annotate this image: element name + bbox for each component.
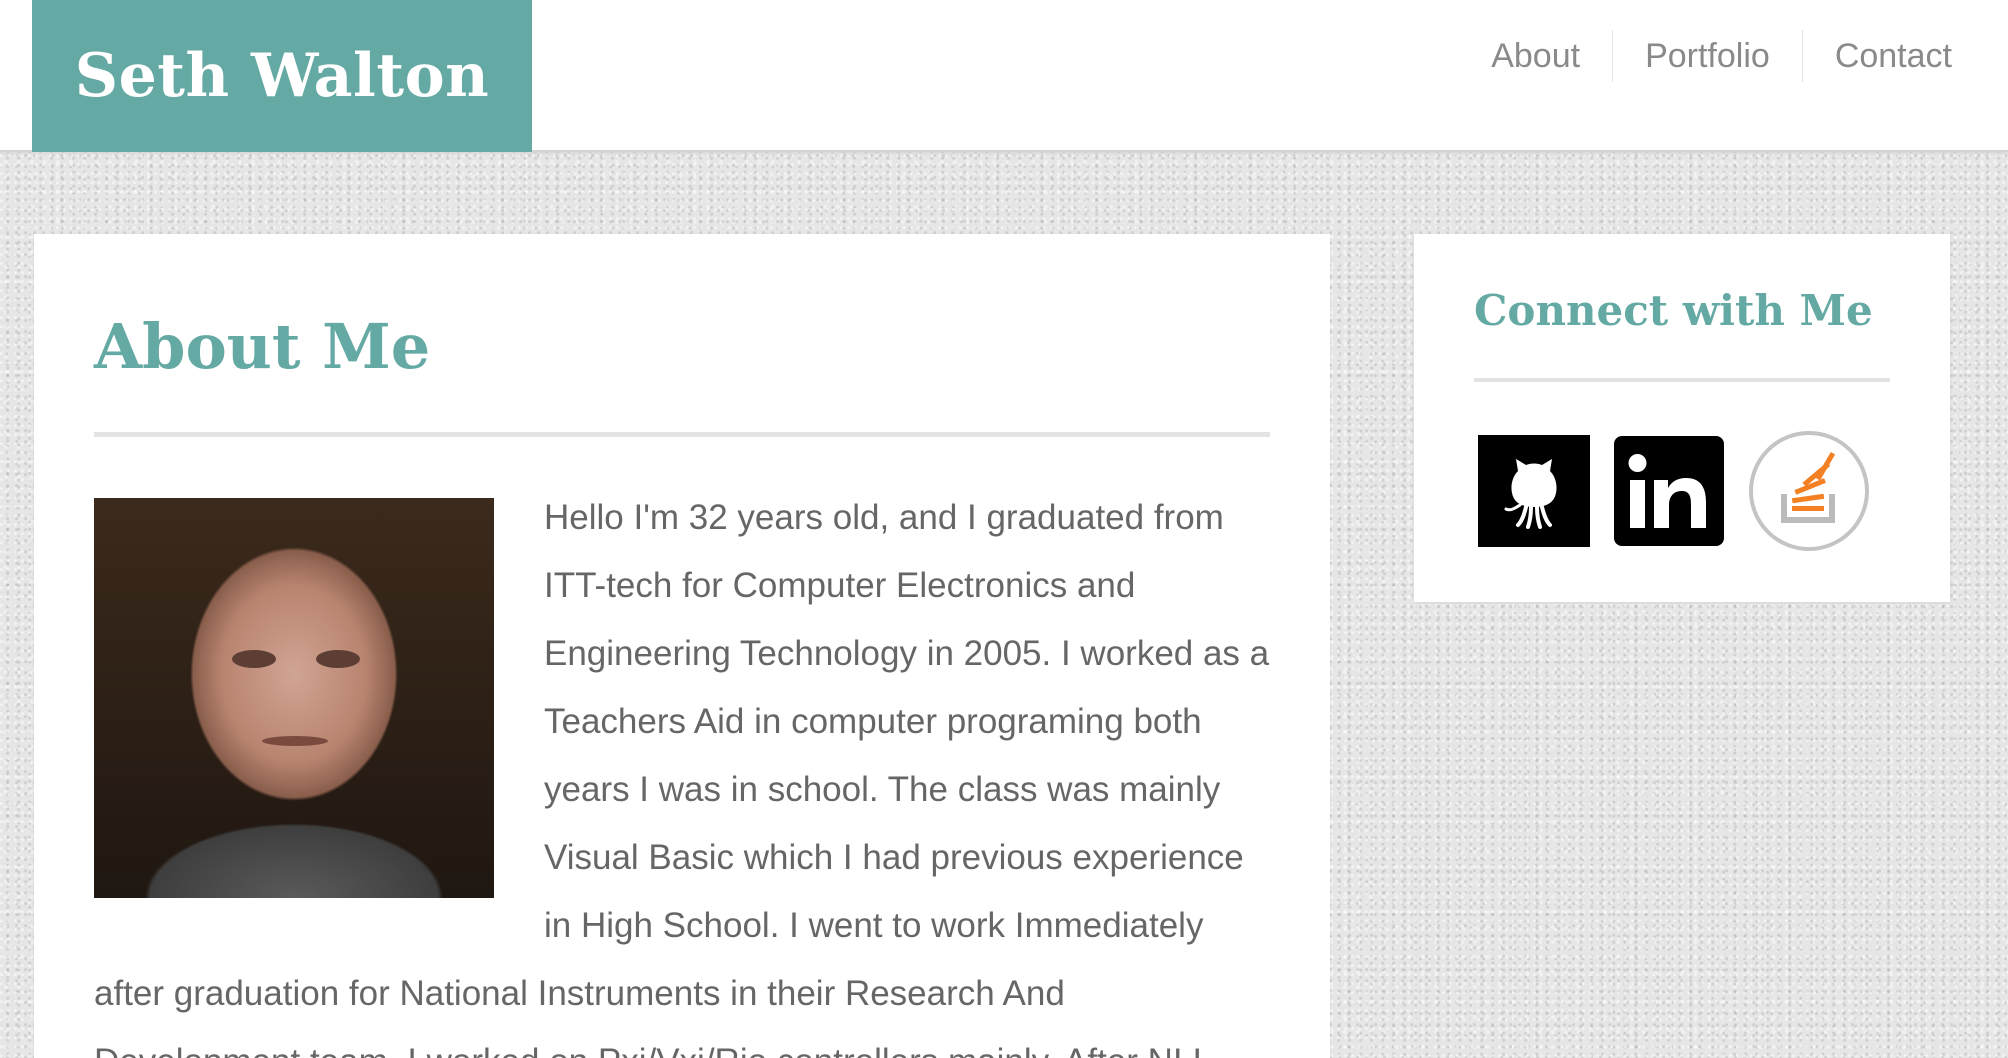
linkedin-link[interactable] [1614, 436, 1724, 546]
connect-divider [1474, 378, 1890, 382]
nav-link-portfolio[interactable]: Portfolio [1612, 30, 1802, 82]
stackoverflow-icon [1749, 431, 1869, 551]
linkedin-icon [1614, 436, 1724, 546]
connect-title: Connect with Me [1474, 286, 1873, 335]
site-title: Seth Walton [74, 41, 490, 111]
title-divider [94, 432, 1270, 437]
brand-logo[interactable]: Seth Walton [32, 0, 532, 152]
social-links [1478, 430, 1870, 552]
about-card: About Me Hello I'm 32 years old, and I g… [34, 234, 1330, 1058]
connect-card: Connect with Me [1414, 234, 1950, 602]
github-link[interactable] [1478, 435, 1590, 547]
main-nav: About Portfolio Contact [1459, 30, 1952, 82]
site-header: Seth Walton About Portfolio Contact [0, 0, 2008, 152]
nav-link-about[interactable]: About [1459, 30, 1612, 82]
stackoverflow-link[interactable] [1748, 430, 1870, 552]
page-title: About Me [94, 310, 431, 383]
nav-link-contact[interactable]: Contact [1801, 30, 1952, 82]
about-paragraph-block: Hello I'm 32 years old, and I graduated … [94, 484, 1270, 1058]
github-icon [1478, 435, 1590, 547]
photo-float-spacer [94, 484, 494, 898]
